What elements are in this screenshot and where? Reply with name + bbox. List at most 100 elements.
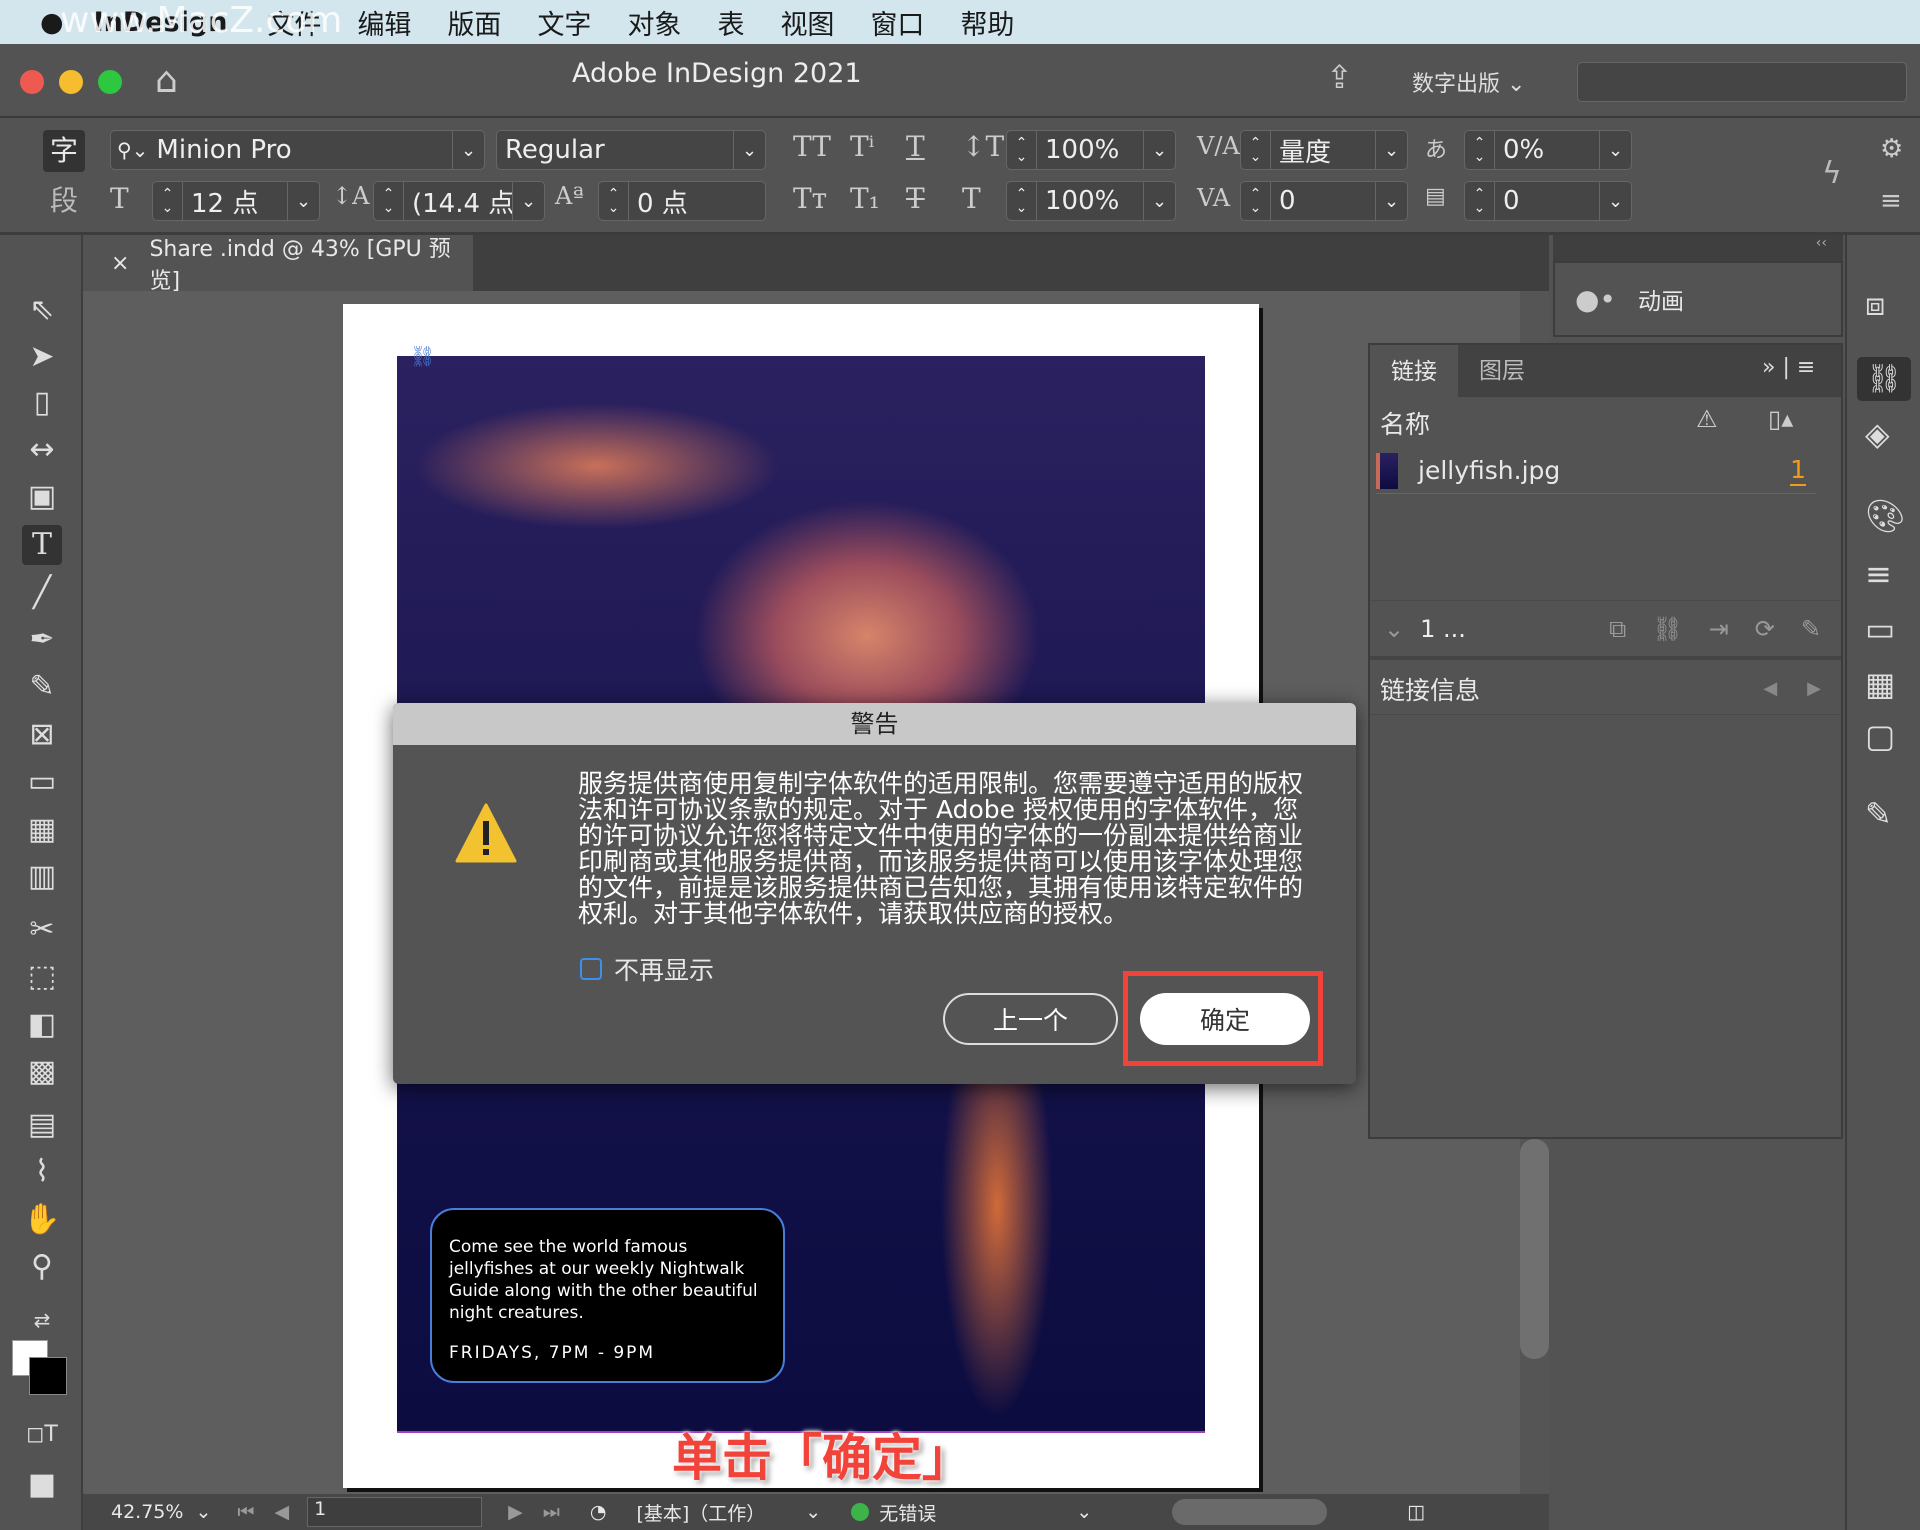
preflight-profile[interactable]: [基本]（工作） xyxy=(636,1499,765,1526)
underline-icon[interactable]: T xyxy=(906,130,925,163)
chevron-down-icon[interactable]: ⌄ xyxy=(1384,615,1404,643)
grid-field[interactable]: ⌃ ⌄ 0 ⌄ xyxy=(1464,181,1632,221)
gradient-feather-tool-icon[interactable]: ▩ xyxy=(22,1052,62,1092)
pencil-tool-icon[interactable]: ✎ xyxy=(22,667,62,707)
swap-colors-icon[interactable]: ⇄ xyxy=(22,1300,62,1340)
gradient-panel-icon[interactable]: ▭ xyxy=(1865,610,1895,648)
chevron-down-icon[interactable]: ⌄ xyxy=(512,182,544,220)
leading-field[interactable]: ⌃ ⌄ (14.4 点 ⌄ xyxy=(373,181,545,221)
chevron-down-icon[interactable]: ⌄ xyxy=(1375,131,1407,169)
relink-cc-icon[interactable]: ⧉ xyxy=(1609,615,1626,643)
column-header-name[interactable]: 名称 xyxy=(1380,405,1430,441)
scissors-tool-icon[interactable]: ✂ xyxy=(22,910,62,950)
chevron-down-icon[interactable]: ⌄ xyxy=(805,1501,821,1523)
menu-layout[interactable]: 版面 xyxy=(447,3,501,42)
links-panel-icon[interactable]: ⛓ xyxy=(1857,357,1911,401)
workspace-switcher[interactable]: 数字出版 ⌄ xyxy=(1412,66,1525,98)
baseline-shift-field[interactable]: ⌃ ⌄ 0 点 xyxy=(598,181,766,221)
previous-button[interactable]: 上一个 xyxy=(943,993,1118,1045)
chevron-down-icon[interactable]: ⌄ xyxy=(452,131,484,169)
note-tool-icon[interactable]: ▤ xyxy=(22,1105,62,1145)
menu-icon[interactable]: ≡ xyxy=(1880,186,1902,216)
document-tab[interactable]: × Share .indd @ 43% [GPU 预览] xyxy=(83,235,473,294)
stepper-icon[interactable]: ⌃ ⌄ xyxy=(1465,182,1495,220)
stepper-icon[interactable]: ⌃ ⌄ xyxy=(1465,131,1495,169)
page-column-icon[interactable]: ▯▴ xyxy=(1768,405,1793,433)
strikethrough-icon[interactable]: T xyxy=(906,182,925,215)
horizontal-scale-field[interactable]: ⌃ ⌄ 100% ⌄ xyxy=(1006,181,1176,221)
gap-tool-icon[interactable]: ↔ xyxy=(22,430,62,470)
menu-window[interactable]: 窗口 xyxy=(870,3,924,42)
preflight-status[interactable]: 无错误 xyxy=(879,1499,936,1526)
tracking-field[interactable]: ⌃ ⌄ 0 ⌄ xyxy=(1240,181,1408,221)
prev-page-icon[interactable]: ◀ xyxy=(274,1501,289,1523)
tsume-field[interactable]: ⌃ ⌄ 0% ⌄ xyxy=(1464,130,1632,170)
menu-object[interactable]: 对象 xyxy=(627,3,681,42)
grid-tool-icon[interactable]: ▥ xyxy=(22,857,62,897)
paragraph-mode-button[interactable]: 段 xyxy=(43,180,85,222)
line-tool-icon[interactable]: ╱ xyxy=(22,573,62,613)
rectangle-frame-tool-icon[interactable]: ⊠ xyxy=(22,715,62,755)
next-arrow-icon[interactable]: ▶ xyxy=(1807,678,1821,699)
minimize-button[interactable] xyxy=(59,70,83,94)
split-view-icon[interactable]: ◫ xyxy=(1407,1501,1425,1523)
subscript-icon[interactable]: T₁ xyxy=(850,182,880,215)
vertical-scale-field[interactable]: ⌃ ⌄ 100% ⌄ xyxy=(1006,130,1176,170)
caption-text-frame[interactable]: Come see the world famous jellyfishes at… xyxy=(430,1208,785,1383)
chevron-down-icon[interactable]: ⌄ xyxy=(733,131,765,169)
superscript-icon[interactable]: Tⁱ xyxy=(850,130,874,163)
home-icon[interactable]: ⌂ xyxy=(155,60,178,101)
menu-edit[interactable]: 编辑 xyxy=(357,3,411,42)
stepper-icon[interactable]: ⌃ ⌄ xyxy=(374,182,404,220)
stepper-icon[interactable]: ⌃ ⌄ xyxy=(153,182,183,220)
ok-button[interactable]: 确定 xyxy=(1140,993,1310,1045)
open-page-icon[interactable]: ◔ xyxy=(590,1501,607,1523)
color-panel-icon[interactable]: ▦ xyxy=(1865,665,1895,703)
chevron-down-icon[interactable]: ⌄ xyxy=(1599,131,1631,169)
free-transform-tool-icon[interactable]: ⬚ xyxy=(22,957,62,997)
kerning-field[interactable]: ⌃ ⌄ 量度 ⌄ xyxy=(1240,130,1408,170)
type-tool-icon[interactable]: T xyxy=(22,525,62,565)
stroke-swatch[interactable] xyxy=(29,1357,67,1395)
panel-menu-icon[interactable]: » | ≡ xyxy=(1762,355,1815,380)
gradient-tool-icon[interactable]: ◧ xyxy=(22,1005,62,1045)
pages-panel-icon[interactable]: ⧈ xyxy=(1865,285,1885,324)
gear-icon[interactable]: ⚙ xyxy=(1880,134,1903,164)
previous-arrow-icon[interactable]: ◀ xyxy=(1763,678,1777,699)
stepper-icon[interactable]: ⌃ ⌄ xyxy=(1241,182,1271,220)
direct-selection-tool-icon[interactable]: ➤ xyxy=(22,337,62,377)
zoom-tool-icon[interactable]: ⚲ xyxy=(22,1247,62,1287)
edit-original-icon[interactable]: ✎ xyxy=(1801,615,1821,643)
relink-icon[interactable]: ⛓ xyxy=(1652,615,1682,643)
formatting-container-icon[interactable]: ◻T xyxy=(22,1415,62,1455)
stepper-icon[interactable]: ⌃ ⌄ xyxy=(1007,131,1037,169)
search-input[interactable] xyxy=(1577,62,1907,102)
swatches-panel-icon[interactable]: 🎨︎ xyxy=(1865,497,1906,535)
close-button[interactable] xyxy=(20,70,44,94)
font-style-field[interactable]: Regular ⌄ xyxy=(496,130,766,170)
chevron-down-icon[interactable]: ⌄ xyxy=(1375,182,1407,220)
all-caps-icon[interactable]: TT xyxy=(793,130,831,163)
warning-column-icon[interactable]: ⚠ xyxy=(1696,405,1718,433)
chevron-down-icon[interactable]: ⌄ xyxy=(1143,131,1175,169)
menu-help[interactable]: 帮助 xyxy=(960,3,1014,42)
horizontal-scrollbar-thumb[interactable] xyxy=(1172,1499,1328,1525)
first-page-icon[interactable]: ⏮ xyxy=(237,1501,254,1523)
share-icon[interactable]: ⇪ xyxy=(1326,58,1353,96)
chevron-down-icon[interactable]: ⌄ xyxy=(1143,182,1175,220)
zoom-level[interactable]: 42.75% xyxy=(111,1501,183,1523)
menu-type[interactable]: 文字 xyxy=(537,3,591,42)
font-family-field[interactable]: ⚲⌄ Minion Pro ⌄ xyxy=(110,130,485,170)
tab-layers[interactable]: 图层 xyxy=(1458,345,1546,397)
link-page[interactable]: 1 xyxy=(1790,455,1806,486)
stepper-icon[interactable]: ⌃ ⌄ xyxy=(1007,182,1037,220)
menu-table[interactable]: 表 xyxy=(717,3,744,42)
screen-mode-icon[interactable]: ■ xyxy=(22,1465,62,1505)
quick-apply-icon[interactable]: ϟ xyxy=(1822,156,1842,191)
content-collector-icon[interactable]: ▣ xyxy=(22,477,62,517)
zoom-button[interactable] xyxy=(98,70,122,94)
rectangle-tool-icon[interactable]: ▭ xyxy=(22,762,62,802)
link-info-header[interactable]: 链接信息 ◀ ▶ xyxy=(1370,663,1841,715)
chevron-down-icon[interactable]: ⌄ xyxy=(195,1501,211,1523)
chevron-down-icon[interactable]: ⌄ xyxy=(1599,182,1631,220)
